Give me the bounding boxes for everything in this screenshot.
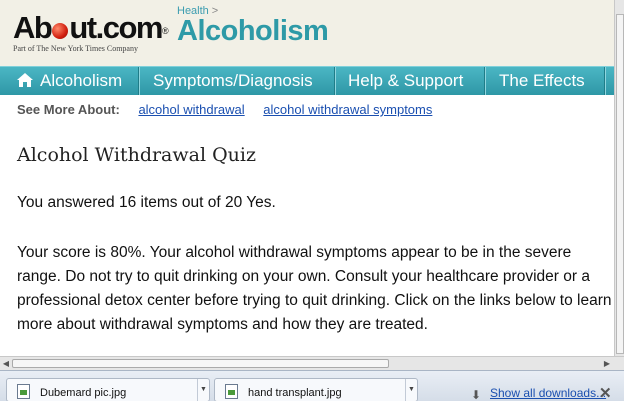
nav-item-alcoholism[interactable]: Alcoholism xyxy=(0,67,140,95)
nav-item-symptoms[interactable]: Symptoms/Diagnosis xyxy=(140,67,336,95)
quiz-result: You answered 16 items out of 20 Yes. xyxy=(17,194,276,211)
see-more-bar: See More About: alcohol withdrawal alcoh… xyxy=(17,102,447,117)
show-all-downloads-link[interactable]: Show all downloads... xyxy=(490,386,606,400)
download-item[interactable]: hand transplant.jpg ▼ xyxy=(214,378,418,401)
home-icon xyxy=(17,73,33,87)
tagline: Part of The New York Times Company xyxy=(13,44,138,53)
nav-item-effects[interactable]: The Effects xyxy=(486,67,606,95)
scroll-right-icon[interactable]: ▶ xyxy=(602,359,612,369)
site-title[interactable]: Alcoholism xyxy=(177,15,329,48)
scroll-thumb[interactable] xyxy=(616,14,624,354)
link-alcohol-withdrawal-symptoms[interactable]: alcohol withdrawal symptoms xyxy=(263,102,432,117)
download-item[interactable]: Dubemard pic.jpg ▼ xyxy=(6,378,210,401)
nav-item-help-support[interactable]: Help & Support xyxy=(336,67,486,95)
chevron-down-icon[interactable]: ▼ xyxy=(405,379,417,401)
link-alcohol-withdrawal[interactable]: alcohol withdrawal xyxy=(138,102,244,117)
logo-dot-icon xyxy=(52,23,69,39)
page-title: Alcohol Withdrawal Quiz xyxy=(17,144,256,166)
chevron-down-icon[interactable]: ▼ xyxy=(197,379,209,401)
horizontal-scrollbar[interactable]: ◀ ▶ xyxy=(0,356,624,370)
quiz-score-text: Your score is 80%. Your alcohol withdraw… xyxy=(17,244,612,333)
download-arrow-icon: ⬇ xyxy=(471,388,482,401)
main-nav: Alcoholism Symptoms/Diagnosis Help & Sup… xyxy=(0,66,624,95)
see-more-label: See More About: xyxy=(17,102,120,117)
image-file-icon xyxy=(225,384,238,399)
download-bar: Dubemard pic.jpg ▼ hand transplant.jpg ▼… xyxy=(0,370,624,401)
about-logo[interactable]: Ab ut.com® xyxy=(13,11,169,48)
close-icon[interactable]: ✕ xyxy=(599,384,612,401)
image-file-icon xyxy=(17,384,30,399)
hscroll-thumb[interactable] xyxy=(12,359,389,368)
site-header: Ab ut.com® Part of The New York Times Com… xyxy=(0,0,614,66)
scroll-left-icon[interactable]: ◀ xyxy=(1,359,11,369)
